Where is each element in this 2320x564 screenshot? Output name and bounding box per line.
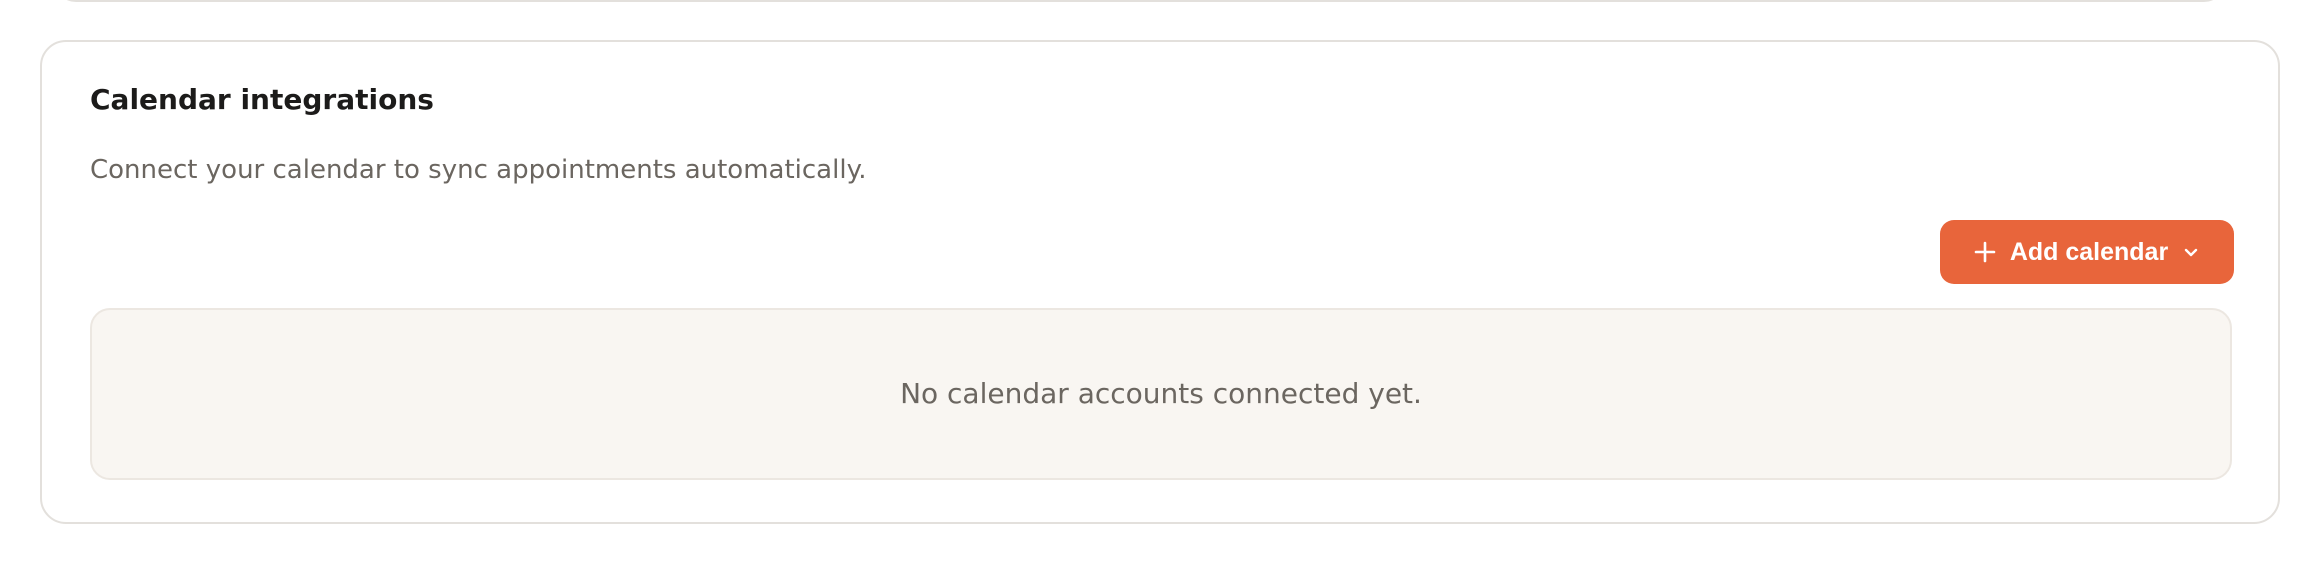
settings-page: Calendar integrations Connect your calen…: [0, 0, 2320, 564]
empty-state-message: No calendar accounts connected yet.: [900, 377, 1422, 410]
add-calendar-button[interactable]: Add calendar: [1940, 220, 2234, 284]
chevron-down-icon: [2182, 243, 2200, 261]
empty-state-panel: No calendar accounts connected yet.: [90, 308, 2232, 480]
plus-icon: [1974, 241, 1996, 263]
previous-card-edge: [54, 0, 2226, 2]
section-title: Calendar integrations: [90, 83, 434, 116]
section-description: Connect your calendar to sync appointmen…: [90, 155, 867, 185]
add-calendar-label: Add calendar: [2009, 237, 2169, 266]
calendar-integrations-card: Calendar integrations Connect your calen…: [40, 40, 2280, 524]
